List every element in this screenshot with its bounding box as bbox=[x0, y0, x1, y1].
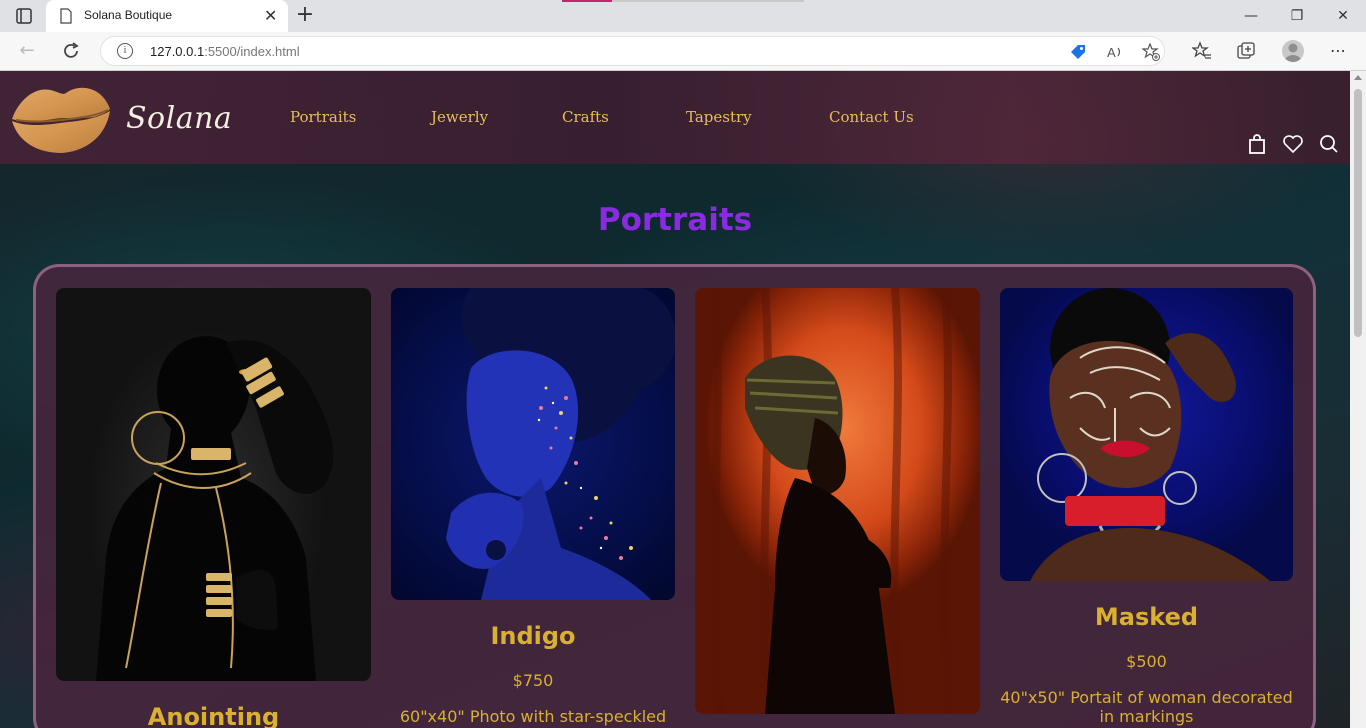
nav-link-tapestry[interactable]: Tapestry bbox=[686, 108, 752, 126]
product-image-masked[interactable] bbox=[1000, 288, 1293, 581]
nav-link-jewerly[interactable]: Jewerly bbox=[431, 108, 488, 126]
lips-logo-icon[interactable] bbox=[10, 79, 112, 155]
page-icon bbox=[60, 8, 72, 24]
close-window-icon[interactable]: ✕ bbox=[1332, 6, 1354, 26]
product-title-masked[interactable]: Masked bbox=[1000, 603, 1293, 631]
shopping-bag-icon[interactable] bbox=[1246, 133, 1268, 155]
product-image-anointing[interactable] bbox=[56, 288, 371, 681]
section-title: Portraits bbox=[597, 202, 753, 238]
minimize-icon[interactable]: — bbox=[1240, 6, 1262, 26]
close-tab-icon[interactable]: ✕ bbox=[264, 6, 277, 26]
back-icon[interactable]: ← bbox=[16, 40, 38, 62]
address-bar[interactable]: i 127.0.0.1:5500/index.html A bbox=[100, 36, 1165, 66]
heart-icon[interactable] bbox=[1282, 133, 1304, 155]
price-tag-icon[interactable] bbox=[1069, 43, 1087, 61]
site-info-icon[interactable]: i bbox=[117, 43, 133, 59]
product-title-anointing[interactable]: Anointing bbox=[56, 703, 371, 728]
tab-title: Solana Boutique bbox=[84, 8, 173, 22]
browser-tab-bar: Solana Boutique ✕ + — ❐ ✕ bbox=[0, 0, 1366, 32]
product-description-masked: 40"x50" Portait of woman decorated in ma… bbox=[1000, 688, 1293, 726]
brand-name[interactable]: Solana bbox=[126, 101, 232, 136]
read-aloud-icon[interactable]: A bbox=[1106, 43, 1124, 61]
favorites-icon[interactable] bbox=[1192, 41, 1212, 61]
product-title-indigo[interactable]: Indigo bbox=[391, 622, 675, 650]
nav-link-crafts[interactable]: Crafts bbox=[562, 108, 609, 126]
page-viewport: Solana Portraits Jewerly Crafts Tapestry… bbox=[0, 71, 1350, 728]
page-scrollbar[interactable] bbox=[1350, 71, 1366, 728]
nav-link-portraits[interactable]: Portraits bbox=[290, 108, 356, 126]
product-price-masked: $500 bbox=[1126, 652, 1167, 671]
more-menu-icon[interactable]: ⋯ bbox=[1327, 40, 1349, 62]
product-image-indigo[interactable] bbox=[391, 288, 675, 600]
restore-icon[interactable]: ❐ bbox=[1286, 6, 1308, 26]
svg-text:A: A bbox=[1107, 45, 1116, 60]
portrait-figure-gold bbox=[96, 336, 334, 681]
tab-strip-accent bbox=[562, 0, 612, 2]
tab-actions-icon[interactable] bbox=[8, 6, 36, 26]
profile-avatar[interactable] bbox=[1282, 40, 1304, 62]
search-icon[interactable] bbox=[1318, 133, 1340, 155]
tab-strip-divider bbox=[612, 0, 804, 2]
scroll-up-icon[interactable] bbox=[1354, 75, 1362, 80]
add-favorite-icon[interactable] bbox=[1142, 43, 1160, 61]
portrait-figure-masked bbox=[1030, 288, 1270, 581]
reload-icon[interactable] bbox=[60, 40, 82, 62]
product-description-indigo: 60"x40" Photo with star-speckled bbox=[399, 707, 667, 726]
url-text: 127.0.0.1:5500/index.html bbox=[150, 44, 300, 59]
browser-toolbar: ← i 127.0.0.1:5500/index.html A ⋯ bbox=[0, 32, 1366, 71]
product-price-indigo: $750 bbox=[512, 671, 554, 690]
product-image-silhouette[interactable] bbox=[695, 288, 980, 714]
site-header: Solana Portraits Jewerly Crafts Tapestry… bbox=[0, 71, 1350, 164]
scrollbar-thumb[interactable] bbox=[1354, 89, 1362, 337]
portrait-figure-silhouette bbox=[710, 288, 954, 714]
profile-icon bbox=[1285, 43, 1301, 62]
nav-link-contact-us[interactable]: Contact Us bbox=[829, 108, 914, 126]
portrait-figure-indigo bbox=[446, 288, 675, 600]
collections-icon[interactable] bbox=[1236, 41, 1256, 61]
new-tab-button[interactable]: + bbox=[294, 4, 316, 26]
browser-tab[interactable]: Solana Boutique ✕ bbox=[46, 0, 288, 32]
